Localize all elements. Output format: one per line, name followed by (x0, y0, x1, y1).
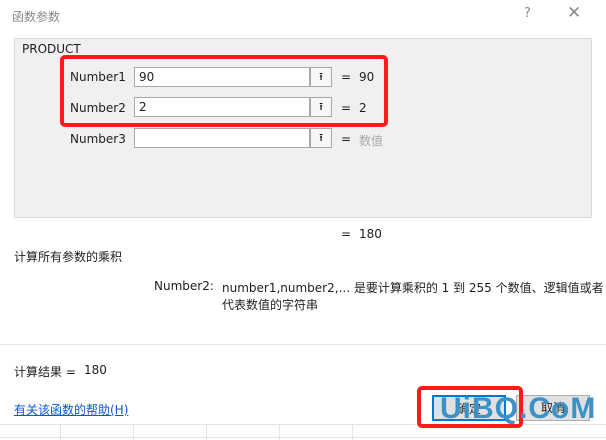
sheet-gridline (352, 424, 353, 440)
dialog-title: 函数参数 (12, 10, 61, 24)
calc-result-value: 180 (84, 363, 107, 377)
formula-equals: = (341, 227, 352, 241)
calc-result-label: 计算结果 = (14, 365, 76, 379)
highlight-box (60, 55, 388, 127)
function-name: PRODUCT (22, 42, 81, 56)
sheet-gridline (279, 424, 280, 440)
function-description: 计算所有参数的乘积 (14, 250, 123, 264)
number3-result: 数值 (359, 134, 384, 148)
sheet-gridline (60, 424, 61, 440)
function-help-link[interactable]: 有关该函数的帮助(H) (14, 401, 128, 418)
watermark-logo: UiBQ.CoM (440, 392, 597, 425)
sheet-gridline (0, 437, 606, 438)
arg-help-name: Number2: (154, 279, 214, 293)
close-icon[interactable]: ✕ (567, 3, 581, 23)
divider (0, 344, 606, 345)
number3-input[interactable] (134, 128, 310, 148)
sheet-gridline (206, 424, 207, 440)
sheet-gridline (133, 424, 134, 440)
number3-equals: = (341, 132, 352, 146)
arg-help-text: number1,number2,... 是要计算乘积的 1 到 255 个数值、… (222, 281, 604, 295)
formula-result-value: 180 (359, 227, 382, 241)
number3-range-picker-icon[interactable]: ⭱ (310, 128, 332, 148)
number3-label: Number3 (70, 132, 126, 146)
help-icon[interactable]: ? (524, 6, 531, 21)
arg-help-text-line2: 代表数值的字符串 (222, 298, 319, 312)
